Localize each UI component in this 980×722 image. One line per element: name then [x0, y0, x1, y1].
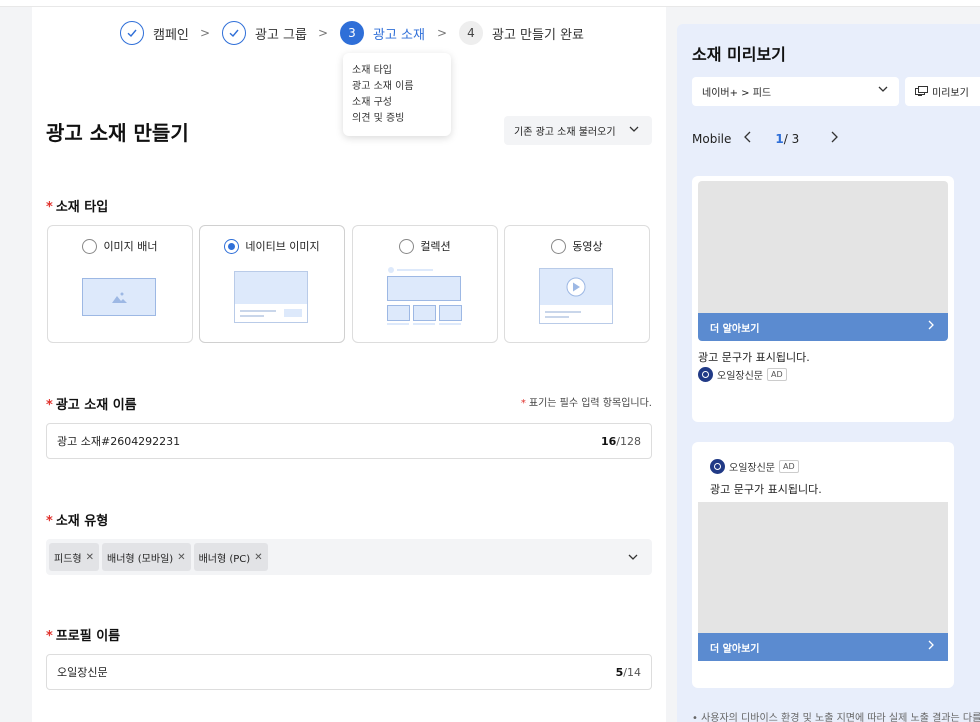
type-option-image-banner[interactable]: 이미지 배너 — [47, 225, 193, 343]
chevron-left-icon[interactable] — [743, 131, 753, 146]
preview-card-feed-1: 더 알아보기 광고 문구가 표시됩니다. 오일장신문 AD — [692, 176, 954, 422]
remove-tag-icon[interactable]: ✕ — [254, 552, 262, 563]
chevron-right-icon[interactable] — [829, 131, 839, 146]
image-banner-illustration — [82, 278, 156, 316]
device-label: Mobile — [692, 131, 732, 146]
image-placeholder — [698, 181, 948, 313]
type-option-label: 컬렉션 — [420, 240, 451, 253]
radio-button[interactable] — [82, 238, 98, 254]
placement-select[interactable]: 네이버+ > 피드 — [692, 77, 899, 106]
placement-value: 네이버+ > 피드 — [702, 88, 772, 99]
tooltip-item: 광고 소재 이름 — [352, 81, 414, 92]
image-placeholder — [698, 502, 948, 633]
step-number: 4 — [459, 21, 483, 45]
profile-name-value: 오일장신문 — [57, 666, 108, 679]
type-option-collection[interactable]: 컬렉션 — [352, 225, 498, 343]
page-current: 1 — [775, 131, 784, 146]
chevron-down-icon — [877, 83, 889, 98]
step-creative[interactable]: 3 광고 소재 — [340, 21, 425, 45]
creative-name-value: 광고 소재#2604292231 — [57, 435, 181, 448]
brand-row: 오일장신문 AD — [698, 367, 787, 382]
device-pager: Mobile 1 / 3 — [692, 131, 839, 146]
load-button-label: 기존 광고 소재 불러오기 — [514, 127, 616, 138]
native-image-illustration — [234, 271, 308, 323]
chevron-right-icon — [926, 319, 936, 334]
brand-logo-icon — [698, 367, 713, 382]
step-label: 캠페인 — [153, 27, 189, 43]
ad-text: 광고 문구가 표시됩니다. — [698, 351, 810, 364]
page-title: 광고 소재 만들기 — [46, 121, 189, 145]
type-option-native-image[interactable]: 네이티브 이미지 — [199, 225, 345, 343]
char-counter: 5/14 — [615, 665, 641, 679]
creative-name-input[interactable]: 광고 소재#2604292231 16/128 — [46, 423, 652, 459]
preview-button[interactable]: 미리보기 — [905, 77, 980, 106]
step-label: 광고 소재 — [373, 27, 425, 43]
remove-tag-icon[interactable]: ✕ — [86, 552, 94, 563]
tooltip-item: 소재 타입 — [352, 65, 392, 76]
step-complete[interactable]: 4 광고 만들기 완료 — [459, 21, 584, 45]
type-option-label: 네이티브 이미지 — [245, 240, 320, 253]
preview-title: 소재 미리보기 — [692, 45, 786, 64]
cta-button[interactable]: 더 알아보기 — [698, 313, 948, 341]
creative-type-label: * 소재 타입 — [46, 200, 109, 215]
profile-name-label: * 프로필 이름 — [46, 629, 121, 644]
step-number: 3 — [340, 21, 364, 45]
step-label: 광고 만들기 완료 — [492, 27, 584, 43]
ad-text: 광고 문구가 표시됩니다. — [710, 483, 822, 496]
chevron-right-icon: > — [437, 26, 448, 40]
ad-badge: AD — [767, 368, 787, 381]
type-option-video[interactable]: 동영상 — [504, 225, 650, 343]
video-illustration — [539, 268, 613, 324]
brand-logo-icon — [710, 459, 725, 474]
chevron-right-icon: > — [200, 26, 211, 40]
step-ad-group[interactable]: 광고 그룹 — [222, 21, 307, 45]
step-label: 광고 그룹 — [255, 27, 307, 43]
collection-illustration — [387, 267, 462, 325]
step-campaign[interactable]: 캠페인 — [120, 21, 189, 45]
ad-badge: AD — [779, 460, 799, 473]
type-option-label: 동영상 — [572, 240, 603, 253]
creative-name-label: * 광고 소재 이름 — [46, 398, 137, 413]
format-tag: 배너형 (모바일) ✕ — [102, 543, 191, 571]
cta-button[interactable]: 더 알아보기 — [698, 633, 948, 661]
radio-button[interactable] — [551, 238, 567, 254]
preview-button-label: 미리보기 — [932, 88, 969, 99]
main-panel: 캠페인 > 광고 그룹 > 3 광고 소재 > 4 광고 만들기 완료 소재 타… — [32, 7, 666, 722]
required-note: * 표기는 필수 입력 항목입니다. — [520, 398, 652, 409]
tooltip-item: 의견 및 증빙 — [352, 113, 405, 124]
chevron-right-icon — [926, 639, 936, 654]
chevron-right-icon: > — [318, 26, 329, 40]
step-tooltip: 소재 타입 광고 소재 이름 소재 구성 의견 및 증빙 — [343, 53, 451, 136]
chevron-down-icon[interactable] — [627, 548, 639, 567]
page-total: / 3 — [783, 131, 800, 146]
preview-icon — [915, 86, 928, 96]
preview-footnote: • 사용자의 디바이스 환경 및 노출 지면에 따라 실제 노출 결과는 다를 — [692, 713, 980, 722]
remove-tag-icon[interactable]: ✕ — [177, 552, 185, 563]
chevron-down-icon — [628, 123, 640, 138]
load-existing-creative-button[interactable]: 기존 광고 소재 불러오기 — [504, 116, 652, 145]
check-icon — [222, 21, 246, 45]
radio-button[interactable] — [399, 238, 415, 254]
radio-button-selected[interactable] — [224, 238, 240, 254]
type-option-label: 이미지 배너 — [103, 240, 158, 253]
format-tag: 배너형 (PC) ✕ — [193, 543, 268, 571]
profile-name-input[interactable]: 오일장신문 5/14 — [46, 654, 652, 690]
preview-panel: 소재 미리보기 네이버+ > 피드 미리보기 Mobile 1 / 3 더 알아… — [677, 24, 980, 722]
creative-format-label: * 소재 유형 — [46, 514, 109, 529]
tooltip-item: 소재 구성 — [352, 97, 392, 108]
creative-format-multiselect[interactable]: 피드형 ✕ 배너형 (모바일) ✕ 배너형 (PC) ✕ — [46, 539, 652, 575]
top-bar — [0, 0, 980, 7]
format-tag: 피드형 ✕ — [49, 543, 99, 571]
check-icon — [120, 21, 144, 45]
brand-row: 오일장신문 AD — [710, 459, 799, 474]
preview-card-feed-2: 오일장신문 AD 광고 문구가 표시됩니다. 더 알아보기 — [692, 442, 954, 688]
char-counter: 16/128 — [600, 434, 641, 448]
